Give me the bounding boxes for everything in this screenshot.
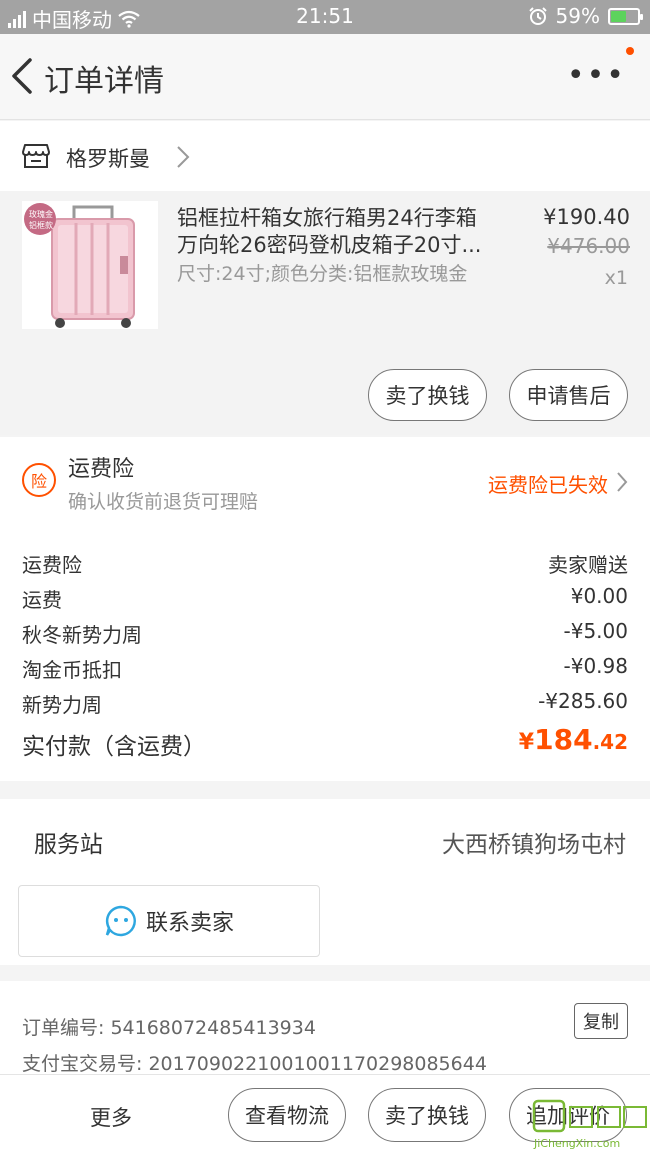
shop-icon [22, 144, 50, 168]
chevron-right-icon [617, 472, 628, 492]
shop-row[interactable]: 格罗斯曼 [0, 121, 650, 191]
contact-seller-button[interactable]: 联系卖家 [18, 885, 320, 957]
more-menu-button[interactable]: ••• [567, 58, 626, 93]
order-number: 订单编号: 54168072485413934 [22, 1017, 316, 1039]
service-station-value: 大西桥镇狗场屯村 [442, 832, 626, 858]
back-icon[interactable] [8, 54, 36, 98]
fee-label: 运费险 [22, 553, 82, 577]
service-station-label: 服务站 [34, 832, 103, 858]
service-station-section: 服务站 大西桥镇狗场屯村 联系卖家 [0, 799, 650, 965]
total-paid-row: 实付款（含运费） ¥184.42 [22, 723, 628, 761]
fee-label: 秋冬新势力周 [22, 623, 142, 647]
product-image[interactable]: 玫瑰金 铝框款 [22, 201, 158, 329]
fee-value: ¥0.00 [570, 584, 628, 608]
sell-for-cash-button[interactable]: 卖了换钱 [368, 369, 487, 421]
status-bar: 中国移动 21:51 59% [0, 0, 650, 34]
more-button[interactable]: 更多 [90, 1102, 132, 1132]
shipping-insurance-row[interactable]: 险 运费险 确认收货前退货可理赔 运费险已失效 [0, 437, 650, 527]
fee-row: 运费险 卖家赠送 [22, 549, 628, 579]
alipay-transaction-number: 支付宝交易号: 2017090221001001170298085644 [22, 1053, 487, 1074]
fee-value: -¥5.00 [563, 619, 628, 643]
chat-bubble-icon [105, 905, 136, 937]
watermark-logo-icon [532, 1099, 647, 1133]
battery-percent: 59% [555, 4, 600, 28]
chevron-right-icon [177, 146, 190, 168]
total-label: 实付款（含运费） [22, 734, 206, 760]
product-card[interactable]: 玫瑰金 铝框款 铝框拉杆箱女旅行箱男24行李箱万向轮26密码登机皮箱子20寸..… [0, 191, 650, 435]
shop-name: 格罗斯曼 [66, 147, 150, 171]
copy-button[interactable]: 复制 [574, 1003, 628, 1039]
nav-header: 订单详情 ••• [0, 34, 650, 120]
page-title: 订单详情 [44, 64, 164, 99]
notification-dot [626, 47, 634, 55]
sell-for-cash-button[interactable]: 卖了换钱 [368, 1088, 486, 1142]
contact-seller-label: 联系卖家 [145, 911, 234, 936]
total-amount: ¥184.42 [518, 723, 628, 756]
fee-row: 运费 ¥0.00 [22, 584, 628, 614]
insurance-subtitle: 确认收货前退货可理赔 [68, 491, 259, 513]
fee-value: 卖家赠送 [548, 553, 628, 577]
image-tag-1: 玫瑰金 [29, 210, 53, 219]
fee-row: 新势力周 -¥285.60 [22, 689, 628, 719]
insurance-title: 运费险 [68, 457, 135, 482]
product-original-price: ¥476.00 [547, 234, 630, 258]
fee-row: 秋冬新势力周 -¥5.00 [22, 619, 628, 649]
fee-label: 运费 [22, 588, 62, 612]
image-tag-2: 铝框款 [29, 221, 53, 230]
after-sale-button[interactable]: 申请售后 [509, 369, 628, 421]
fee-value: -¥285.60 [538, 689, 628, 713]
order-info: 订单编号: 54168072485413934 支付宝交易号: 20170902… [0, 981, 650, 1074]
insurance-status: 运费险已失效 [488, 473, 608, 497]
fee-label: 淘金币抵扣 [22, 658, 122, 682]
product-sku: 尺寸:24寸;颜色分类:铝框款玫瑰金 [177, 263, 468, 285]
fee-row: 淘金币抵扣 -¥0.98 [22, 654, 628, 684]
alarm-icon [528, 7, 547, 25]
product-price: ¥190.40 [543, 205, 630, 229]
insurance-badge-icon: 险 [22, 463, 56, 497]
product-title: 铝框拉杆箱女旅行箱男24行李箱万向轮26密码登机皮箱子20寸... [177, 206, 482, 257]
watermark: JiChengXin.com [530, 1097, 650, 1155]
product-quantity: x1 [604, 267, 628, 289]
fee-breakdown: 运费险 卖家赠送 运费 ¥0.00 秋冬新势力周 -¥5.00 淘金币抵扣 -¥… [0, 527, 650, 781]
watermark-text: JiChengXin.com [534, 1137, 621, 1150]
fee-value: -¥0.98 [563, 654, 628, 678]
fee-label: 新势力周 [22, 693, 102, 717]
battery-icon [608, 7, 643, 25]
view-logistics-button[interactable]: 查看物流 [228, 1088, 346, 1142]
